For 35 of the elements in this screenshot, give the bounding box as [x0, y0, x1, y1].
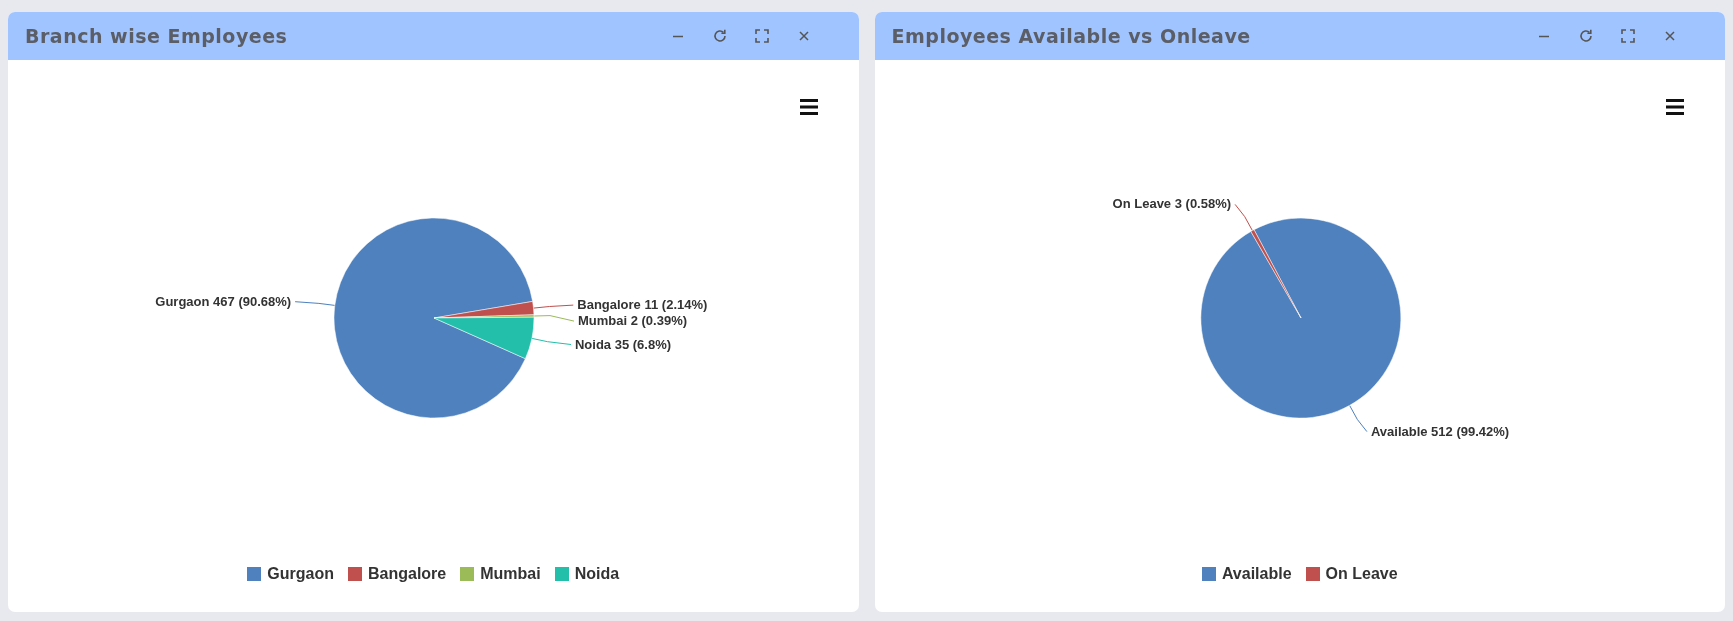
legend-item[interactable]: Mumbai [460, 565, 541, 583]
legend-item[interactable]: Bangalore [348, 565, 447, 583]
data-label: Gurgaon 467 (90.68%) [155, 293, 292, 309]
refresh-icon [1578, 28, 1594, 44]
legend-label: Available [1221, 565, 1292, 583]
data-label: On Leave 3 (0.58%) [1112, 196, 1231, 212]
menu-icon [798, 98, 819, 116]
leader-line [1348, 404, 1367, 433]
legend-label: Mumbai [480, 565, 541, 583]
data-label: Available 512 (99.42%) [1370, 423, 1509, 439]
data-label: Noida 35 (6.8%) [574, 336, 672, 352]
data-label: Bangalore 11 (2.14%) [577, 297, 708, 313]
fullscreen-icon [753, 28, 770, 44]
leader-line [531, 337, 572, 345]
legend-label: Bangalore [368, 565, 447, 583]
leader-line [1234, 203, 1253, 232]
legend-item[interactable]: Available [1201, 565, 1292, 583]
menu-icon [1665, 98, 1685, 116]
refresh-icon [711, 28, 728, 44]
close-icon [796, 29, 811, 43]
panel-title: Branch wise Employees [25, 25, 288, 47]
data-label: Mumbai 2 (0.39%) [577, 313, 688, 329]
legend-item[interactable]: On Leave [1305, 565, 1398, 583]
legend-label: Gurgaon [267, 565, 334, 583]
fullscreen-icon [1620, 28, 1636, 44]
leader-line [533, 315, 575, 322]
close-icon [1663, 29, 1677, 43]
legend-label: Noida [574, 565, 620, 583]
legend-item[interactable]: Noida [554, 565, 620, 583]
legend-item[interactable]: Gurgaon [247, 565, 334, 583]
legend-label: On Leave [1325, 565, 1398, 583]
chart-menu-button[interactable] [1663, 96, 1687, 118]
leader-line [294, 301, 336, 306]
panel-title: Employees Available vs Onleave [891, 25, 1251, 47]
leader-line [533, 304, 574, 309]
